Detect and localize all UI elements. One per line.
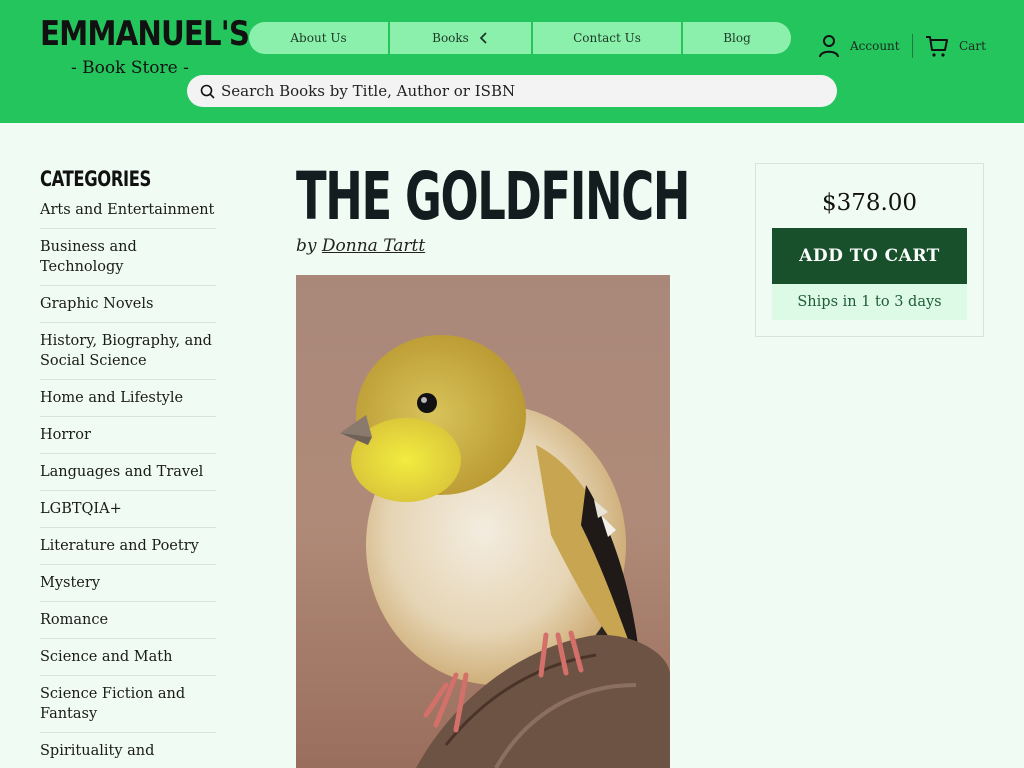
- category-item[interactable]: Romance: [40, 602, 216, 639]
- cart-icon: [926, 36, 948, 57]
- nav-books[interactable]: Books: [390, 22, 531, 54]
- nav-about-us-label: About Us: [290, 31, 347, 45]
- category-item[interactable]: Spirituality and: [40, 733, 216, 768]
- byline-prefix: by: [296, 236, 317, 256]
- site-header: EMMANUEL'S - Book Store - About Us Books…: [0, 0, 1024, 123]
- category-item[interactable]: LGBTQIA+: [40, 491, 216, 528]
- account-link[interactable]: Account: [818, 34, 900, 58]
- chevron-left-icon: [479, 32, 487, 44]
- search-bar[interactable]: [187, 75, 837, 107]
- categories-title: CATEGORIES: [40, 167, 151, 191]
- category-item[interactable]: Business and Technology: [40, 229, 216, 286]
- category-item[interactable]: Graphic Novels: [40, 286, 216, 323]
- add-to-cart-button[interactable]: ADD TO CART: [772, 228, 967, 284]
- store-logo[interactable]: EMMANUEL'S - Book Store -: [40, 14, 250, 78]
- cart-link[interactable]: Cart: [925, 34, 986, 58]
- logo-name: EMMANUEL'S: [40, 14, 250, 54]
- nav-about-us[interactable]: About Us: [249, 22, 388, 54]
- category-item[interactable]: Languages and Travel: [40, 454, 216, 491]
- category-item[interactable]: Science Fiction and Fantasy: [40, 676, 216, 733]
- search-input[interactable]: [221, 82, 837, 100]
- category-item[interactable]: Mystery: [40, 565, 216, 602]
- nav-contact-us-label: Contact Us: [573, 31, 641, 45]
- goldfinch-illustration: [296, 275, 670, 768]
- categories-sidebar: CATEGORIES Arts and Entertainment Busine…: [40, 163, 216, 768]
- user-icon: [819, 35, 839, 58]
- category-item[interactable]: Literature and Poetry: [40, 528, 216, 565]
- category-item[interactable]: Horror: [40, 417, 216, 454]
- nav-blog[interactable]: Blog: [683, 22, 791, 54]
- header-divider: [912, 34, 913, 58]
- book-title: THE GOLDFINCH: [296, 158, 690, 235]
- search-icon: [200, 84, 215, 99]
- book-price: $378.00: [821, 190, 918, 216]
- cart-label: Cart: [959, 39, 986, 53]
- book-cover-image: [296, 275, 670, 768]
- category-item[interactable]: History, Biography, and Social Science: [40, 323, 216, 380]
- main-nav: About Us Books Contact Us Blog: [249, 22, 791, 54]
- book-byline: by Donna Tartt: [296, 236, 425, 256]
- shipping-info: Ships in 1 to 3 days: [772, 284, 967, 320]
- purchase-box: $378.00 ADD TO CART Ships in 1 to 3 days: [755, 163, 984, 337]
- author-link[interactable]: Donna Tartt: [322, 236, 425, 256]
- category-item[interactable]: Science and Math: [40, 639, 216, 676]
- nav-books-label: Books: [432, 31, 469, 45]
- nav-contact-us[interactable]: Contact Us: [533, 22, 681, 54]
- category-item[interactable]: Arts and Entertainment: [40, 195, 216, 229]
- category-list: Arts and Entertainment Business and Tech…: [40, 195, 216, 768]
- nav-blog-label: Blog: [723, 31, 751, 45]
- logo-subtitle: - Book Store -: [71, 58, 189, 78]
- category-item[interactable]: Home and Lifestyle: [40, 380, 216, 417]
- account-label: Account: [850, 39, 900, 53]
